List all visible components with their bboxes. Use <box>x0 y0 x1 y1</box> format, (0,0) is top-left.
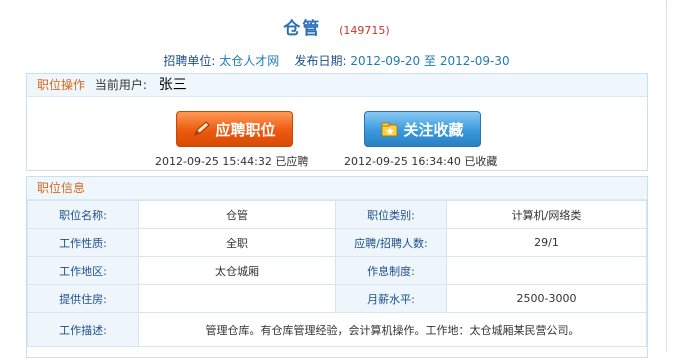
row-value: 全职 <box>138 228 336 257</box>
date-start: 2012-09-20 <box>350 54 421 68</box>
current-user-label: 当前用户: <box>94 78 147 92</box>
info-header: 职位信息 <box>27 177 647 200</box>
job-title-row: 仓管 (149715) <box>0 14 673 39</box>
row-value: 太仓城厢 <box>138 256 336 285</box>
apply-button-label: 应聘职位 <box>215 120 276 139</box>
operations-header: 职位操作 当前用户: 张三 <box>27 74 647 97</box>
row-value: 2500-3000 <box>446 284 647 313</box>
row-label: 职位名称: <box>27 200 139 229</box>
row-label: 月薪水平: <box>335 284 447 313</box>
job-id: (149715) <box>339 24 390 37</box>
favorite-button[interactable]: 关注收藏 <box>364 111 481 147</box>
table-row: 提供住房: 月薪水平: 2500-3000 <box>27 284 647 313</box>
row-value <box>138 284 336 313</box>
current-user: 张三 <box>158 77 187 93</box>
row-label: 工作地区: <box>27 256 139 285</box>
table-row: 工作性质: 全职 应聘/招聘人数: 29/1 <box>27 228 647 257</box>
info-panel: 职位信息 职位名称: 仓管 职位类别: 计算机/网络类 工作性质: 全职 应聘/… <box>26 176 648 358</box>
info-title: 职位信息 <box>37 181 86 195</box>
table-row: 工作地区: 太仓城厢 作息制度: <box>27 256 647 285</box>
operations-title: 职位操作 <box>37 78 86 92</box>
row-value: 29/1 <box>446 228 647 257</box>
date-separator: 至 <box>424 54 437 68</box>
table-row: 工作描述: 管理仓库。有仓库管理经验，会计算机操作。工作地：太仓城厢某民营公司。 <box>27 312 647 347</box>
job-title: 仓管 <box>283 19 322 39</box>
favorite-button-label: 关注收藏 <box>403 120 464 139</box>
row-label: 提供住房: <box>27 284 139 313</box>
employer-link[interactable]: 太仓人才网 <box>219 54 279 68</box>
row-value <box>446 256 647 285</box>
pen-icon <box>193 121 211 137</box>
table-row: 职位名称: 仓管 职位类别: 计算机/网络类 <box>27 200 647 229</box>
job-description: 管理仓库。有仓库管理经验，会计算机操作。工作地：太仓城厢某民营公司。 <box>138 312 647 347</box>
row-label: 应聘/招聘人数: <box>335 228 447 257</box>
row-label: 职位类别: <box>335 200 447 229</box>
apply-status: 2012-09-25 15:44:32 已应聘 <box>155 155 309 168</box>
employer-label: 招聘单位: <box>163 54 216 68</box>
info-table: 职位名称: 仓管 职位类别: 计算机/网络类 工作性质: 全职 应聘/招聘人数:… <box>27 200 647 347</box>
row-value: 计算机/网络类 <box>446 200 647 229</box>
desc-label: 工作描述: <box>27 312 139 347</box>
apply-button[interactable]: 应聘职位 <box>176 111 293 147</box>
row-label: 作息制度: <box>335 256 447 285</box>
date-label: 发布日期: <box>294 54 347 68</box>
operations-panel: 职位操作 当前用户: 张三 应聘职位 2012-09-25 15:44:32 已… <box>26 73 648 171</box>
favorite-status: 2012-09-25 16:34:40 已收藏 <box>344 155 498 168</box>
folder-star-icon <box>381 121 399 137</box>
job-meta: 招聘单位: 太仓人才网 发布日期: 2012-09-20 至 2012-09-3… <box>0 52 673 69</box>
row-label: 工作性质: <box>27 228 139 257</box>
row-value: 仓管 <box>138 200 336 229</box>
date-end: 2012-09-30 <box>439 54 510 68</box>
